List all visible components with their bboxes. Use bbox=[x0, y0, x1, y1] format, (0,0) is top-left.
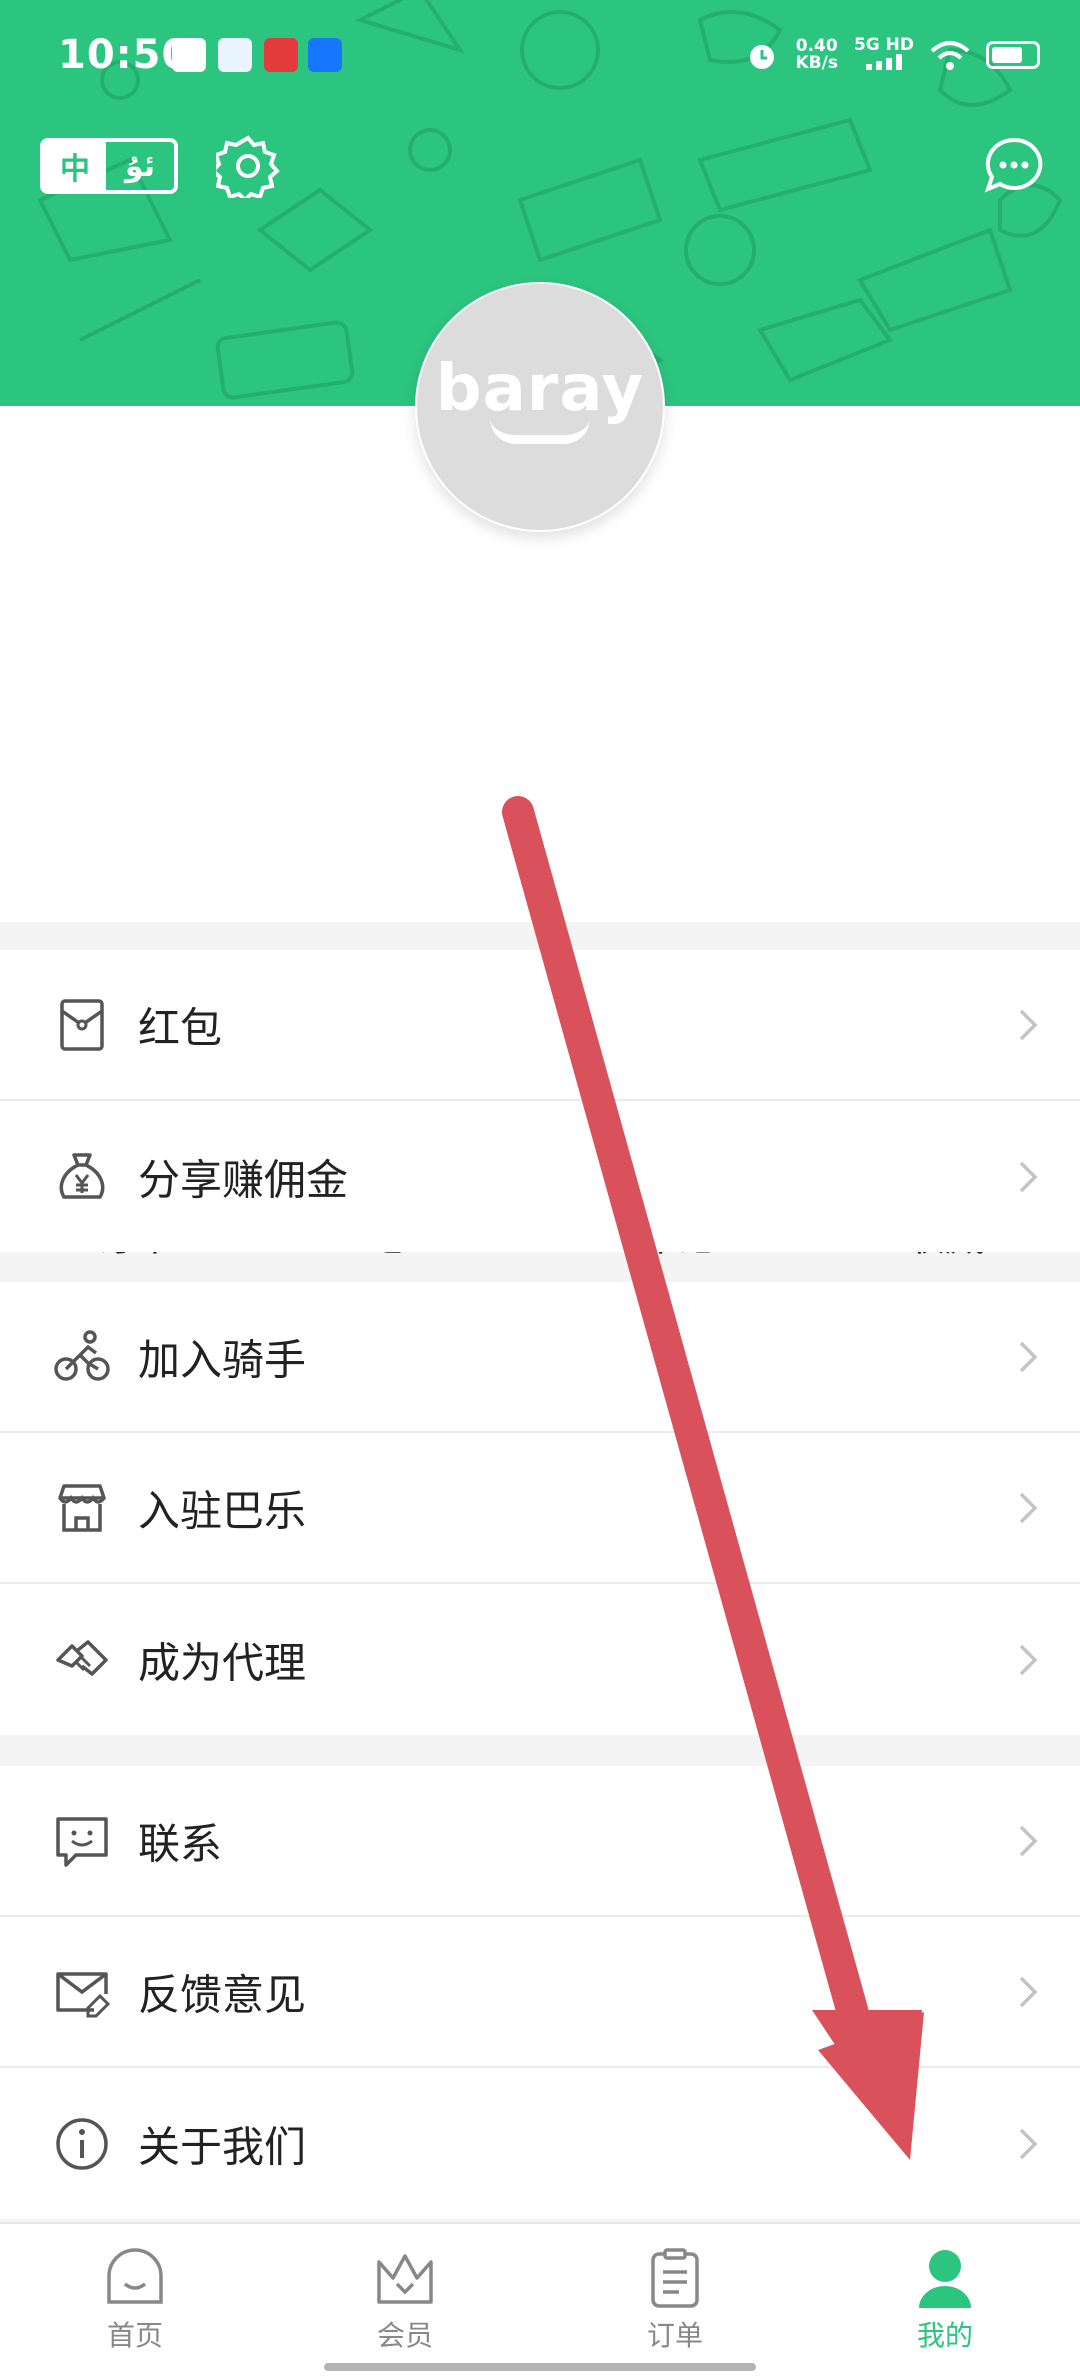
status-bar: 10:50 0.40 KB/s 5G HD bbox=[0, 0, 1080, 120]
menu-item-label: 入驻巴乐 bbox=[138, 1486, 307, 1535]
signal: 5G HD bbox=[853, 34, 914, 74]
battery-icon bbox=[986, 41, 1040, 69]
avatar-smile bbox=[490, 418, 590, 444]
avatar[interactable]: baray bbox=[415, 282, 665, 532]
crown-icon bbox=[377, 2254, 433, 2304]
menu-item-label: 加入骑手 bbox=[138, 1335, 307, 1384]
gear-icon[interactable] bbox=[216, 134, 280, 198]
menu-item-label: 红包 bbox=[138, 1003, 223, 1052]
wifi-icon bbox=[930, 41, 970, 70]
bicycle-icon bbox=[54, 1329, 110, 1381]
chevron-right-icon bbox=[1019, 1976, 1038, 2007]
menu-item-label: 反馈意见 bbox=[138, 1970, 307, 2019]
news-app-icon bbox=[264, 38, 298, 72]
alipay-app-icon bbox=[308, 38, 342, 72]
alarm-icon bbox=[750, 45, 775, 69]
menu-item-label: 联系 bbox=[138, 1819, 223, 1868]
info-icon bbox=[56, 2117, 108, 2170]
menu-item-join-rider[interactable]: 加入骑手 bbox=[0, 1282, 1080, 1433]
menu-group-support: 联系 反馈意见 关于我们 bbox=[0, 1766, 1080, 2219]
chevron-right-icon bbox=[1019, 1161, 1038, 1192]
signal-bars-icon bbox=[865, 53, 902, 70]
tab-home[interactable]: 首页 bbox=[0, 2224, 270, 2376]
chevron-right-icon bbox=[1019, 1644, 1038, 1675]
menu-item-join-merchant[interactable]: 入驻巴乐 bbox=[0, 1433, 1080, 1584]
bottom-navigation: 首页 会员 订单 我的 bbox=[0, 2222, 1080, 2376]
tab-label: 首页 bbox=[106, 2319, 163, 2352]
menu-item-share-commission[interactable]: 分享赚佣金 bbox=[0, 1101, 1080, 1252]
order-list-icon bbox=[651, 2248, 699, 2308]
menu-group-rewards: 红包 分享赚佣金 bbox=[0, 950, 1080, 1252]
language-toggle[interactable]: 中 ئۇ bbox=[40, 138, 178, 194]
tab-membership[interactable]: 会员 bbox=[270, 2224, 540, 2376]
chevron-right-icon bbox=[1019, 2128, 1038, 2159]
avatar-logo: baray bbox=[435, 352, 645, 426]
notes-app-icon bbox=[218, 38, 252, 72]
menu-group-join: 加入骑手 入驻巴乐 成为代理 bbox=[0, 1282, 1080, 1735]
chevron-right-icon bbox=[1019, 1492, 1038, 1523]
message-icon[interactable] bbox=[982, 134, 1046, 198]
store-icon bbox=[58, 1483, 106, 1532]
lang-chinese[interactable]: 中 bbox=[44, 142, 106, 190]
tab-label: 我的 bbox=[916, 2319, 973, 2352]
menu-item-label: 成为代理 bbox=[138, 1638, 307, 1687]
net-speed-unit: KB/s bbox=[795, 53, 838, 73]
menu-item-become-agent[interactable]: 成为代理 bbox=[0, 1584, 1080, 1735]
menu-item-about-us[interactable]: 关于我们 bbox=[0, 2068, 1080, 2219]
chevron-right-icon bbox=[1019, 1825, 1038, 1856]
handshake-icon bbox=[56, 1639, 108, 1676]
tab-label: 会员 bbox=[376, 2319, 433, 2352]
tab-orders[interactable]: 订单 bbox=[540, 2224, 810, 2376]
menu-item-feedback[interactable]: 反馈意见 bbox=[0, 1917, 1080, 2068]
home-icon bbox=[107, 2248, 163, 2304]
person-icon bbox=[919, 2250, 971, 2308]
chat-face-icon bbox=[56, 1816, 108, 1867]
status-time: 10:50 bbox=[58, 32, 191, 78]
net-speed: 0.40 KB/s bbox=[795, 38, 837, 72]
tab-mine[interactable]: 我的 bbox=[810, 2224, 1080, 2376]
menu-item-contact[interactable]: 联系 bbox=[0, 1766, 1080, 1917]
home-indicator[interactable] bbox=[324, 2363, 756, 2371]
network-type: 5G HD bbox=[853, 34, 914, 55]
menu-item-label: 关于我们 bbox=[138, 2122, 307, 2171]
menu-item-label: 分享赚佣金 bbox=[138, 1155, 349, 1204]
chevron-right-icon bbox=[1019, 1341, 1038, 1372]
money-bag-icon bbox=[59, 1152, 105, 1199]
menu-item-red-envelope[interactable]: 红包 bbox=[0, 950, 1080, 1101]
tab-label: 订单 bbox=[646, 2319, 703, 2352]
chevron-right-icon bbox=[1019, 1009, 1038, 1040]
qq-app-icon bbox=[172, 38, 206, 72]
red-envelope-icon bbox=[60, 998, 104, 1051]
lang-uyghur[interactable]: ئۇ bbox=[106, 142, 174, 190]
mail-edit-icon bbox=[56, 1971, 110, 2017]
